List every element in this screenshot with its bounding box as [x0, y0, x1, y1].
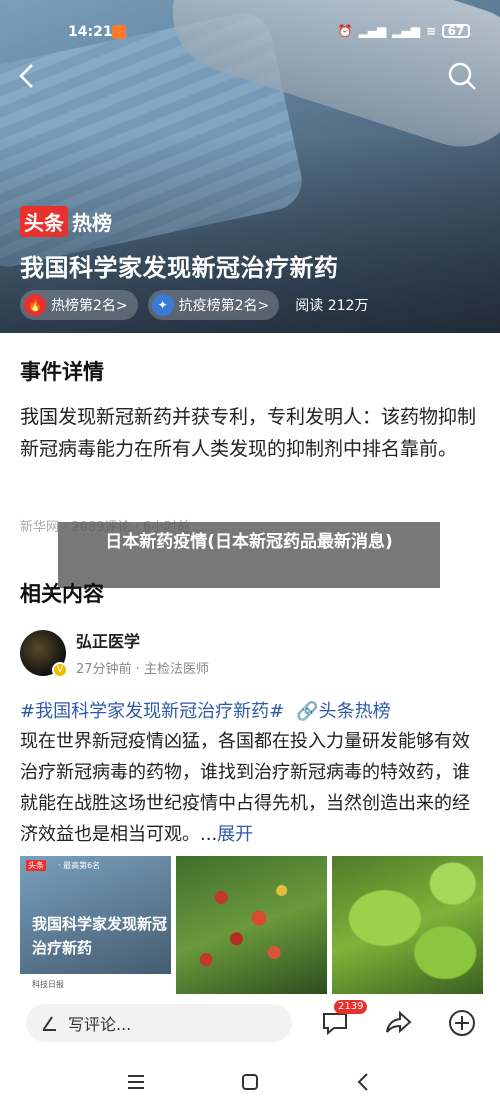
verified-badge-icon: V — [52, 661, 68, 678]
author-meta: 27分钟前 · 主检法医师 — [76, 662, 209, 677]
hot-list-link[interactable]: 🔗头条热榜 — [296, 697, 390, 723]
back-arrow-icon[interactable] — [12, 60, 44, 92]
thumb-footer: 科技日报 — [20, 974, 171, 994]
gallery-image-leaves[interactable] — [332, 856, 483, 994]
overlay-caption: 日本新药疫情(日本新冠药品最新消息) — [58, 522, 440, 588]
status-icons: ⏰ ▂▄▆ ▂▄▆ ≋ 67 — [338, 24, 470, 38]
gallery-image-article-card[interactable]: 头条 · 最高第6名 我国科学家发现新冠治疗新药 科技日报 — [20, 856, 171, 994]
author-block[interactable]: V 弘正医学 27分钟前 · 主检法医师 — [20, 628, 209, 678]
topic-tag-link[interactable]: #我国科学家发现新冠治疗新药# — [20, 697, 284, 723]
hero-shade — [0, 0, 500, 333]
epidemic-rank-label: 抗疫榜第2名> — [178, 298, 270, 314]
status-time: 14:21 — [68, 24, 113, 40]
app-notification-icon — [112, 25, 126, 39]
menu-icon[interactable] — [124, 1070, 148, 1094]
brand-red-label: 头条 — [20, 206, 68, 237]
comment-input[interactable]: 写评论... — [26, 1004, 292, 1042]
related-content-heading: 相关内容 — [20, 582, 104, 606]
comment-count-badge: 2139 — [334, 1000, 368, 1014]
gallery-image-berries[interactable] — [176, 856, 327, 994]
ranking-chips: 🔥 热榜第2名> ✦ 抗疫榜第2名> 阅读 212万 — [20, 290, 368, 320]
signal-icon-2: ▂▄▆ — [392, 24, 420, 38]
pen-icon — [43, 1016, 56, 1031]
epidemic-rank-chip[interactable]: ✦ 抗疫榜第2名> — [147, 290, 280, 320]
comment-placeholder: 写评论... — [68, 1015, 132, 1034]
wifi-icon: ≋ — [425, 24, 436, 38]
bottom-action-bar: 写评论... 2139 — [0, 996, 500, 1052]
battery-icon: 67 — [442, 24, 470, 38]
hot-rank-label: 热榜第2名> — [51, 298, 128, 314]
thumb-rank-label: · 最高第6名 — [58, 861, 101, 870]
event-details-heading: 事件详情 — [20, 360, 104, 384]
link-icon: 🔗 — [296, 701, 319, 722]
search-icon[interactable] — [446, 60, 478, 92]
event-details-body: 我国发现新冠新药并获专利，专利发明人：该药物抑制新冠病毒能力在所有人类发现的抑制… — [20, 406, 477, 460]
signal-icon: ▂▄▆ — [358, 24, 387, 38]
home-icon[interactable] — [238, 1070, 262, 1094]
share-icon[interactable] — [384, 1008, 414, 1038]
thumb-brand-label: 头条 — [26, 860, 46, 871]
toutiao-hot-brand: 头条 热榜 — [20, 206, 112, 237]
avatar[interactable]: V — [20, 629, 68, 678]
post-body: 现在世界新冠疫情凶猛，各国都在投入力量研发能够有效治疗新冠病毒的药物，谁找到治疗… — [20, 726, 482, 850]
hero-banner: 14:21 ⏰ ▂▄▆ ▂▄▆ ≋ 67 头条 热榜 我国科学家发现新冠治疗新药… — [0, 0, 500, 333]
add-icon[interactable] — [447, 1008, 477, 1038]
alarm-icon: ⏰ — [337, 24, 353, 38]
expand-link[interactable]: 展开 — [217, 824, 253, 845]
status-bar: 14:21 ⏰ ▂▄▆ ▂▄▆ ≋ 67 — [0, 20, 500, 46]
page-title: 我国科学家发现新冠治疗新药 — [20, 254, 339, 282]
read-count: 阅读 212万 — [295, 298, 369, 314]
back-nav-icon[interactable] — [352, 1070, 376, 1094]
fire-icon: 🔥 — [24, 294, 46, 316]
post-tags: #我国科学家发现新冠治疗新药# 🔗头条热榜 — [20, 697, 391, 723]
shield-virus-icon: ✦ — [151, 294, 174, 316]
post-image-gallery: 头条 · 最高第6名 我国科学家发现新冠治疗新药 科技日报 — [20, 856, 483, 994]
hot-list-link-label: 头条热榜 — [318, 701, 391, 722]
system-nav-bar — [0, 1056, 500, 1111]
author-name[interactable]: 弘正医学 — [76, 628, 209, 652]
hot-rank-chip[interactable]: 🔥 热榜第2名> — [20, 290, 138, 320]
brand-hot-label: 热榜 — [72, 211, 112, 235]
thumb-title: 我国科学家发现新冠治疗新药 — [32, 915, 168, 957]
